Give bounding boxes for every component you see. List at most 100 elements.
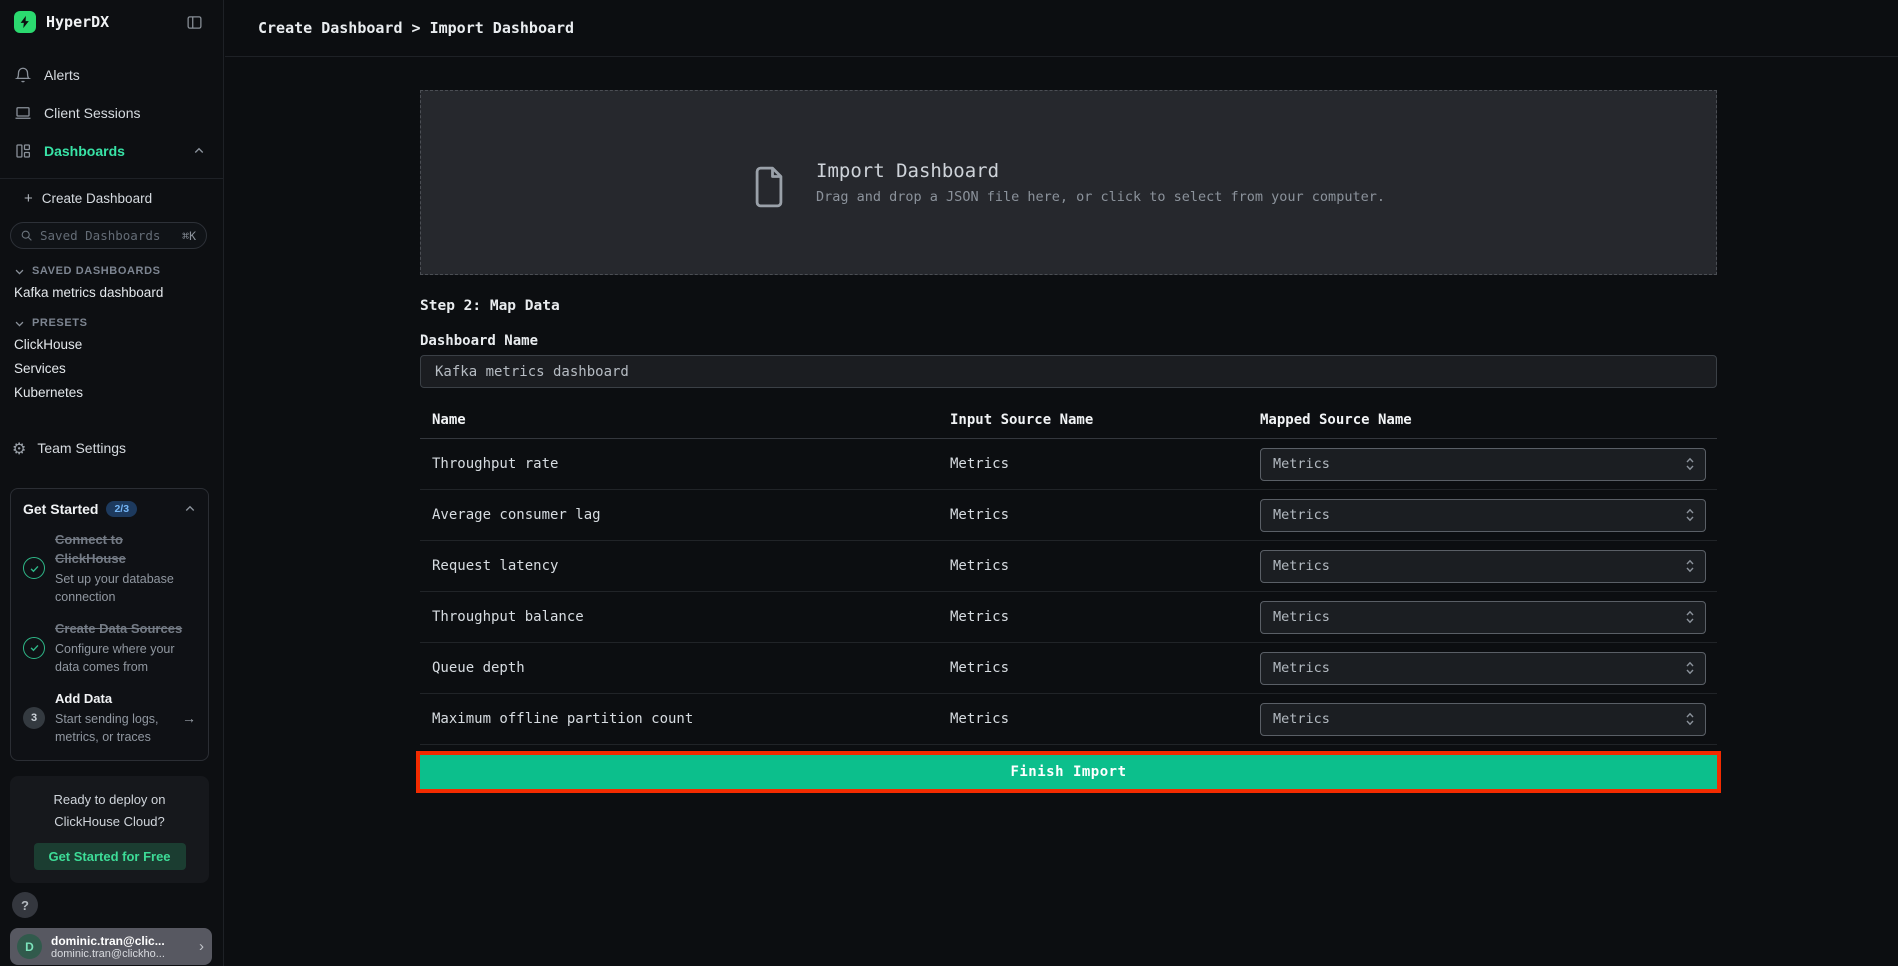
table-row: Maximum offline partition count Metrics … bbox=[420, 694, 1717, 745]
presets-section-header[interactable]: PRESETS bbox=[0, 314, 223, 332]
progress-badge: 2/3 bbox=[106, 501, 137, 517]
selected-source: Metrics bbox=[1273, 660, 1685, 676]
search-shortcut: ⌘K bbox=[182, 229, 196, 243]
select-chevrons-icon bbox=[1685, 711, 1695, 727]
brand-title: HyperDX bbox=[46, 13, 186, 31]
mapped-source-select[interactable]: Metrics bbox=[1260, 448, 1706, 481]
input-source-name: Metrics bbox=[938, 507, 1248, 523]
chevron-right-icon: › bbox=[199, 938, 204, 955]
sidebar-item-label: Dashboards bbox=[44, 143, 125, 159]
step-title: Create Data Sources bbox=[55, 620, 186, 639]
hyperdx-logo-icon bbox=[14, 11, 36, 33]
table-row: Throughput balance Metrics Metrics bbox=[420, 592, 1717, 643]
chevron-up-icon bbox=[193, 145, 205, 157]
bell-icon bbox=[14, 66, 32, 84]
column-header-name: Name bbox=[420, 412, 938, 428]
select-chevrons-icon bbox=[1685, 660, 1695, 676]
get-started-card: Get Started 2/3 Connect to ClickHouse Se… bbox=[10, 488, 209, 761]
import-dropzone[interactable]: Import Dashboard Drag and drop a JSON fi… bbox=[420, 90, 1717, 275]
sidebar-item-client-sessions[interactable]: Client Sessions bbox=[0, 94, 223, 132]
help-button[interactable]: ? bbox=[12, 892, 38, 918]
dashboard-name-input[interactable] bbox=[420, 355, 1717, 388]
step-title: Connect to ClickHouse bbox=[55, 531, 186, 569]
dropzone-title: Import Dashboard bbox=[816, 160, 1385, 182]
step-title: Step 2: Map Data bbox=[420, 298, 1717, 314]
dashboard-grid-icon bbox=[14, 142, 32, 160]
selected-source: Metrics bbox=[1273, 456, 1685, 472]
chevron-up-icon bbox=[184, 503, 196, 515]
select-chevrons-icon bbox=[1685, 456, 1695, 472]
mapped-source-select[interactable]: Metrics bbox=[1260, 652, 1706, 685]
laptop-icon bbox=[14, 104, 32, 122]
metric-name: Queue depth bbox=[420, 660, 938, 676]
preset-label: Kubernetes bbox=[14, 385, 83, 400]
chevron-down-icon bbox=[14, 266, 25, 277]
metric-name: Throughput balance bbox=[420, 609, 938, 625]
dashboard-name-label: Dashboard Name bbox=[420, 333, 1717, 349]
file-icon bbox=[752, 166, 786, 208]
sidebar: HyperDX Alerts Client Sessions Dashboard… bbox=[0, 0, 224, 966]
get-started-step-sources[interactable]: Create Data Sources Configure where your… bbox=[23, 620, 196, 676]
get-started-step-add-data[interactable]: 3 Add Data Start sending logs, metrics, … bbox=[23, 690, 196, 746]
step-desc: Configure where your data comes from bbox=[55, 640, 186, 676]
sidebar-item-label: Client Sessions bbox=[44, 105, 141, 121]
table-row: Average consumer lag Metrics Metrics bbox=[420, 490, 1717, 541]
sidebar-nav: Alerts Client Sessions Dashboards bbox=[0, 56, 223, 170]
promo-line: Ready to deploy on bbox=[22, 789, 197, 811]
sidebar-item-kafka-dashboard[interactable]: Kafka metrics dashboard bbox=[0, 280, 223, 304]
get-started-header[interactable]: Get Started 2/3 bbox=[23, 501, 196, 517]
team-settings-label: Team Settings bbox=[37, 440, 126, 456]
sidebar-item-clickhouse[interactable]: ClickHouse bbox=[0, 332, 223, 356]
section-title: SAVED DASHBOARDS bbox=[32, 265, 161, 277]
sidebar-item-kubernetes[interactable]: Kubernetes bbox=[0, 380, 223, 404]
preset-label: ClickHouse bbox=[14, 337, 82, 352]
finish-import-button[interactable]: Finish Import bbox=[420, 755, 1717, 789]
sidebar-divider bbox=[0, 178, 223, 179]
saved-dashboards-search-input[interactable]: Saved Dashboards ⌘K bbox=[10, 222, 207, 249]
sidebar-item-alerts[interactable]: Alerts bbox=[0, 56, 223, 94]
select-chevrons-icon bbox=[1685, 558, 1695, 574]
selected-source: Metrics bbox=[1273, 558, 1685, 574]
input-source-name: Metrics bbox=[938, 609, 1248, 625]
search-icon bbox=[20, 229, 33, 242]
selected-source: Metrics bbox=[1273, 507, 1685, 523]
check-circle-icon bbox=[23, 557, 45, 579]
promo-line: ClickHouse Cloud? bbox=[22, 811, 197, 833]
get-started-step-connect[interactable]: Connect to ClickHouse Set up your databa… bbox=[23, 531, 196, 606]
create-dashboard-button[interactable]: + Create Dashboard bbox=[0, 181, 223, 215]
cloud-promo-card: Ready to deploy on ClickHouse Cloud? Get… bbox=[10, 776, 209, 883]
get-started-free-button[interactable]: Get Started for Free bbox=[34, 843, 186, 870]
column-header-input-source: Input Source Name bbox=[938, 412, 1248, 428]
main-area: Create Dashboard > Import Dashboard Impo… bbox=[225, 0, 1898, 966]
sidebar-item-services[interactable]: Services bbox=[0, 356, 223, 380]
sidebar-item-dashboards[interactable]: Dashboards bbox=[0, 132, 223, 170]
table-row: Request latency Metrics Metrics bbox=[420, 541, 1717, 592]
saved-dashboard-label: Kafka metrics dashboard bbox=[14, 285, 163, 300]
mapped-source-select[interactable]: Metrics bbox=[1260, 550, 1706, 583]
arrow-right-icon: → bbox=[182, 710, 196, 726]
gear-icon: ⚙ bbox=[12, 439, 26, 458]
step-desc: Start sending logs, metrics, or traces bbox=[55, 710, 186, 746]
dropzone-subtitle: Drag and drop a JSON file here, or click… bbox=[816, 189, 1385, 205]
user-email: dominic.tran@clickho... bbox=[51, 948, 199, 960]
logo-row: HyperDX bbox=[0, 0, 223, 44]
mapped-source-select[interactable]: Metrics bbox=[1260, 601, 1706, 634]
table-row: Throughput rate Metrics Metrics bbox=[420, 439, 1717, 490]
preset-label: Services bbox=[14, 361, 66, 376]
mapped-source-select[interactable]: Metrics bbox=[1260, 703, 1706, 736]
create-dashboard-label: Create Dashboard bbox=[42, 191, 152, 206]
sidebar-collapse-icon[interactable] bbox=[186, 14, 203, 31]
input-source-name: Metrics bbox=[938, 456, 1248, 472]
sidebar-item-team-settings[interactable]: ⚙ Team Settings bbox=[0, 430, 223, 466]
mapped-source-select[interactable]: Metrics bbox=[1260, 499, 1706, 532]
table-header-row: Name Input Source Name Mapped Source Nam… bbox=[420, 401, 1717, 439]
saved-dashboards-section-header[interactable]: SAVED DASHBOARDS bbox=[0, 262, 223, 280]
select-chevrons-icon bbox=[1685, 507, 1695, 523]
user-menu[interactable]: D dominic.tran@clic... dominic.tran@clic… bbox=[10, 928, 212, 965]
get-started-title: Get Started bbox=[23, 501, 98, 517]
avatar: D bbox=[17, 934, 42, 959]
input-source-name: Metrics bbox=[938, 660, 1248, 676]
check-circle-icon bbox=[23, 637, 45, 659]
user-name: dominic.tran@clic... bbox=[51, 934, 199, 948]
step-desc: Set up your database connection bbox=[55, 570, 186, 606]
